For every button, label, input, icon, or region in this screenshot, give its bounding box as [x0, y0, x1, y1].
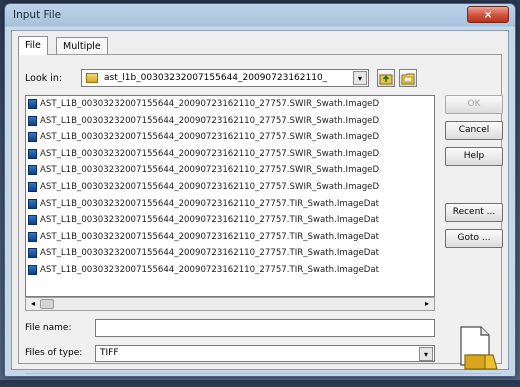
look-in-label: Look in: — [25, 73, 63, 84]
list-item[interactable]: AST_L1B_00303232007155644_20090723162110… — [26, 96, 434, 113]
goto-button[interactable]: Goto ... — [445, 229, 503, 248]
file-name: AST_L1B_00303232007155644_20090723162110… — [40, 215, 380, 226]
image-file-icon — [28, 115, 37, 126]
file-name: AST_L1B_00303232007155644_20090723162110… — [40, 181, 380, 192]
scroll-right-icon[interactable]: ▸ — [421, 298, 433, 310]
files-of-type-label: Files of type: — [25, 348, 83, 358]
list-item[interactable]: AST_L1B_00303232007155644_20090723162110… — [26, 162, 434, 179]
file-name: AST_L1B_00303232007155644_20090723162110… — [40, 148, 380, 159]
list-item[interactable]: AST_L1B_00303232007155644_20090723162110… — [26, 229, 434, 246]
tab-multiple[interactable]: Multiple — [56, 37, 108, 55]
file-name-input[interactable] — [95, 319, 435, 337]
look-in-select[interactable]: ast_l1b_00303232007155644_20090723162110… — [81, 69, 369, 87]
new-folder-icon — [401, 73, 415, 85]
image-file-icon — [28, 264, 37, 275]
image-file-icon — [28, 231, 37, 242]
folder-icon — [86, 73, 98, 83]
file-name: AST_L1B_00303232007155644_20090723162110… — [40, 231, 380, 242]
list-item[interactable]: AST_L1B_00303232007155644_20090723162110… — [26, 262, 434, 279]
scroll-left-icon[interactable]: ◂ — [27, 298, 39, 310]
new-folder-button[interactable] — [399, 69, 417, 87]
file-name: AST_L1B_00303232007155644_20090723162110… — [40, 132, 380, 143]
list-item[interactable]: AST_L1B_00303232007155644_20090723162110… — [26, 113, 434, 130]
chevron-down-icon[interactable]: ▾ — [419, 347, 433, 361]
file-name: AST_L1B_00303232007155644_20090723162110… — [40, 165, 380, 176]
chevron-down-icon[interactable]: ▾ — [353, 71, 367, 85]
up-folder-button[interactable] — [377, 69, 395, 87]
title-bar[interactable]: Input File × — [5, 4, 515, 28]
list-item[interactable]: AST_L1B_00303232007155644_20090723162110… — [26, 179, 434, 196]
file-name: AST_L1B_00303232007155644_20090723162110… — [40, 198, 380, 209]
file-name: AST_L1B_00303232007155644_20090723162110… — [40, 264, 380, 275]
image-file-icon — [28, 148, 37, 159]
window-title: Input File — [13, 9, 62, 21]
list-item[interactable]: AST_L1B_00303232007155644_20090723162110… — [26, 129, 434, 146]
ok-button[interactable]: OK — [445, 95, 503, 114]
file-tab-panel: Look in: ast_l1b_00303232007155644_20090… — [18, 54, 503, 374]
status-bar — [25, 373, 501, 387]
image-file-icon — [28, 181, 37, 192]
input-file-dialog: Input File × File Multiple Look in: ast_… — [4, 3, 516, 377]
image-file-icon — [28, 198, 37, 209]
horizontal-scrollbar[interactable]: ◂ ▸ — [25, 297, 435, 311]
image-file-icon — [28, 215, 37, 226]
list-item[interactable]: AST_L1B_00303232007155644_20090723162110… — [26, 245, 434, 262]
list-item[interactable]: AST_L1B_00303232007155644_20090723162110… — [26, 212, 434, 229]
file-name: AST_L1B_00303232007155644_20090723162110… — [40, 115, 380, 126]
list-item[interactable]: AST_L1B_00303232007155644_20090723162110… — [26, 196, 434, 213]
up-folder-icon — [379, 74, 393, 85]
help-button[interactable]: Help — [445, 147, 503, 166]
files-of-type-select[interactable]: TIFF ▾ — [95, 345, 435, 362]
image-file-icon — [28, 165, 37, 176]
cancel-button[interactable]: Cancel — [445, 121, 503, 140]
close-button[interactable]: × — [467, 6, 509, 23]
recent-button[interactable]: Recent ... — [445, 203, 503, 222]
image-file-icon — [28, 248, 37, 259]
files-of-type-value: TIFF — [100, 348, 119, 358]
file-name-label: File name: — [25, 323, 72, 333]
image-file-icon — [28, 99, 37, 109]
file-list[interactable]: AST_L1B_00303232007155644_20090723162110… — [25, 95, 435, 297]
dialog-body: File Multiple Look in: ast_l1b_003032320… — [11, 30, 509, 374]
list-item[interactable]: AST_L1B_00303232007155644_20090723162110… — [26, 146, 434, 163]
file-name: AST_L1B_00303232007155644_20090723162110… — [40, 248, 380, 259]
scrollbar-thumb[interactable] — [40, 299, 54, 309]
file-name: AST_L1B_00303232007155644_20090723162110… — [40, 99, 380, 109]
file-open-icon — [460, 326, 498, 370]
look-in-value: ast_l1b_00303232007155644_20090723162110… — [104, 73, 328, 83]
tab-file[interactable]: File — [18, 36, 48, 55]
image-file-icon — [28, 132, 37, 143]
